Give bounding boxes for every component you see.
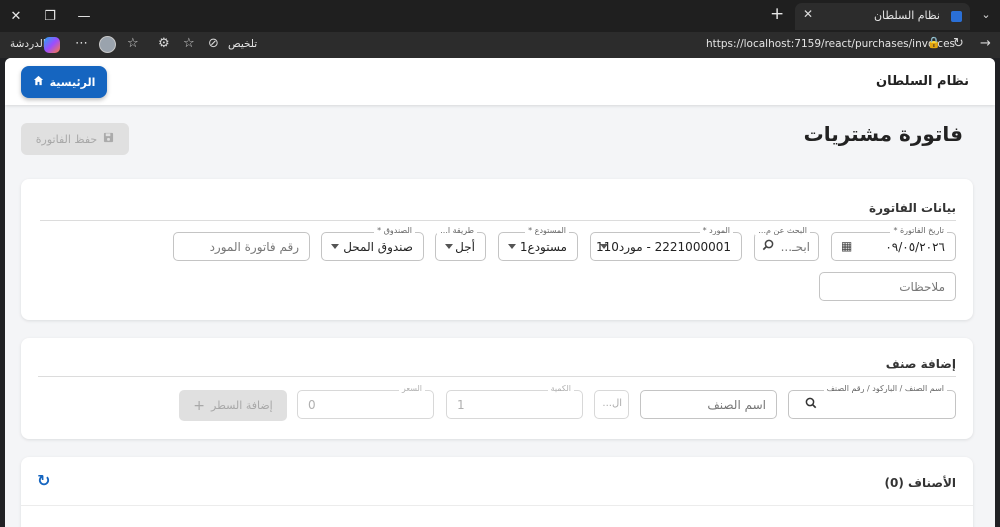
item-code-label: اسم الصنف / الباركود / رقم الصنف xyxy=(823,384,947,393)
notes-input[interactable]: ملاحظات xyxy=(819,272,956,301)
add-item-card: إضافة صنف اسم الصنف / الباركود / رقم الص… xyxy=(21,338,973,439)
chevron-down-icon xyxy=(508,244,516,249)
chevron-down-icon xyxy=(600,244,608,249)
add-item-section-title: إضافة صنف xyxy=(885,357,956,371)
items-header-divider xyxy=(21,505,973,506)
home-button-label: الرئيسية xyxy=(49,75,96,89)
items-card: الأصناف (0) ↻ xyxy=(21,457,973,527)
invoice-section-title: بيانات الفاتورة xyxy=(869,201,956,215)
warehouse-select[interactable]: المستودع * مستودع1 xyxy=(498,226,578,261)
price-input[interactable]: السعر 0 xyxy=(297,384,434,419)
invoice-date-field[interactable]: تاريخ الفاتورة * ٠٩/٠٥/٢٠٢٦ ▦ xyxy=(831,226,956,261)
add-line-label: إضافة السطر xyxy=(211,399,273,412)
chevron-down-icon xyxy=(445,244,453,249)
supplier-search-field[interactable]: البحث عن م... ابحـ... xyxy=(754,226,819,261)
supplier-value: 2221000001 - مورد110 xyxy=(596,240,731,254)
item-name-placeholder: اسم الصنف xyxy=(707,398,766,412)
tab-title: نظام السلطان xyxy=(873,9,940,22)
profile-avatar[interactable] xyxy=(99,36,116,53)
quantity-label: الكمية xyxy=(547,384,574,393)
unit-placeholder: ال... xyxy=(602,398,622,409)
invoice-date-value: ٠٩/٠٥/٢٠٢٦ xyxy=(885,240,945,254)
browser-address-bar: الدردشة ⋯ ☆ ⚙ ☆ ⊘ تلخيص https://localhos… xyxy=(0,32,1000,58)
refresh-page-icon[interactable]: ↻ xyxy=(953,36,964,51)
section-divider xyxy=(40,220,956,221)
home-icon xyxy=(33,75,44,89)
price-value: 0 xyxy=(308,398,316,412)
supplier-label: المورد * xyxy=(699,226,733,235)
save-invoice-button[interactable]: حفظ الفاتورة xyxy=(21,123,129,155)
restore-window-icon[interactable]: ❐ xyxy=(34,0,66,32)
section-divider xyxy=(38,376,956,377)
minimize-window-icon[interactable]: — xyxy=(68,0,100,32)
cashbox-value: صندوق المحل xyxy=(343,240,413,254)
price-label: السعر xyxy=(398,384,425,393)
plus-icon: + xyxy=(193,397,206,414)
cashbox-select[interactable]: الصندوق * صندوق المحل xyxy=(321,226,424,261)
tab-close-icon[interactable]: ✕ xyxy=(803,7,813,21)
save-icon xyxy=(103,132,114,146)
payment-method-label: طريقة ا... xyxy=(437,226,477,235)
add-favorite-icon[interactable]: ☆ xyxy=(183,36,195,51)
new-tab-icon[interactable]: + xyxy=(770,4,784,24)
warehouse-label: المستودع * xyxy=(525,226,569,235)
lock-icon: 🔒 xyxy=(927,36,941,49)
page-title: فاتورة مشتريات xyxy=(803,122,963,146)
app-header: نظام السلطان الرئيسية xyxy=(5,58,995,105)
notes-placeholder: ملاحظات xyxy=(899,280,945,294)
quantity-input[interactable]: الكمية 1 xyxy=(446,384,583,419)
items-title: الأصناف (0) xyxy=(884,476,957,490)
search-icon[interactable] xyxy=(762,239,774,254)
url-field[interactable]: https://localhost:7159/react/purchases/i… xyxy=(706,38,955,50)
invoice-data-card: بيانات الفاتورة تاريخ الفاتورة * ٠٩/٠٥/٢… xyxy=(21,179,973,320)
supplier-select[interactable]: المورد * 2221000001 - مورد110 xyxy=(590,226,742,261)
warehouse-value: مستودع1 xyxy=(519,240,567,254)
payment-method-value: أجل xyxy=(455,240,475,254)
refresh-icon[interactable]: ↻ xyxy=(37,471,50,490)
tab-actions-chevron-icon[interactable]: ⌄ xyxy=(976,5,996,25)
tab-favicon-icon xyxy=(951,11,962,22)
supplier-invoice-number-placeholder: رقم فاتورة المورد xyxy=(209,240,299,254)
chat-label[interactable]: الدردشة xyxy=(10,38,46,50)
item-name-input[interactable]: اسم الصنف xyxy=(640,390,777,419)
search-icon[interactable] xyxy=(805,397,817,412)
favorites-icon[interactable]: ☆ xyxy=(127,36,139,51)
payment-method-select[interactable]: طريقة ا... أجل xyxy=(435,226,486,261)
extensions-icon[interactable]: ⚙ xyxy=(158,36,170,51)
chevron-down-icon xyxy=(331,244,339,249)
brand-title: نظام السلطان xyxy=(876,74,969,89)
supplier-search-placeholder: ابحـ... xyxy=(780,240,810,254)
save-invoice-label: حفظ الفاتورة xyxy=(35,132,98,146)
supplier-invoice-number-input[interactable]: رقم فاتورة المورد xyxy=(173,232,310,261)
summarize-icon[interactable]: ⊘ xyxy=(208,36,219,51)
browser-tab-bar: ✕ ❐ — + ✕ نظام السلطان ⌄ xyxy=(0,0,1000,32)
unit-select[interactable]: ال... xyxy=(594,390,629,419)
item-code-search-field[interactable]: اسم الصنف / الباركود / رقم الصنف xyxy=(788,384,956,419)
supplier-search-label: البحث عن م... xyxy=(755,226,810,235)
more-icon[interactable]: ⋯ xyxy=(75,36,88,51)
add-line-button[interactable]: إضافة السطر + xyxy=(179,390,287,421)
app-viewport: نظام السلطان الرئيسية فاتورة مشتريات حفظ… xyxy=(5,58,995,527)
forward-icon[interactable]: → xyxy=(980,36,991,51)
summarize-button[interactable]: تلخيص xyxy=(228,38,257,50)
calendar-icon[interactable]: ▦ xyxy=(841,239,852,253)
copilot-icon[interactable] xyxy=(44,37,60,53)
quantity-value: 1 xyxy=(457,398,465,412)
close-window-icon[interactable]: ✕ xyxy=(0,0,32,32)
invoice-date-label: تاريخ الفاتورة * xyxy=(890,226,947,235)
cashbox-label: الصندوق * xyxy=(374,226,415,235)
browser-tab[interactable]: ✕ نظام السلطان xyxy=(795,3,970,30)
home-button[interactable]: الرئيسية xyxy=(21,66,107,98)
